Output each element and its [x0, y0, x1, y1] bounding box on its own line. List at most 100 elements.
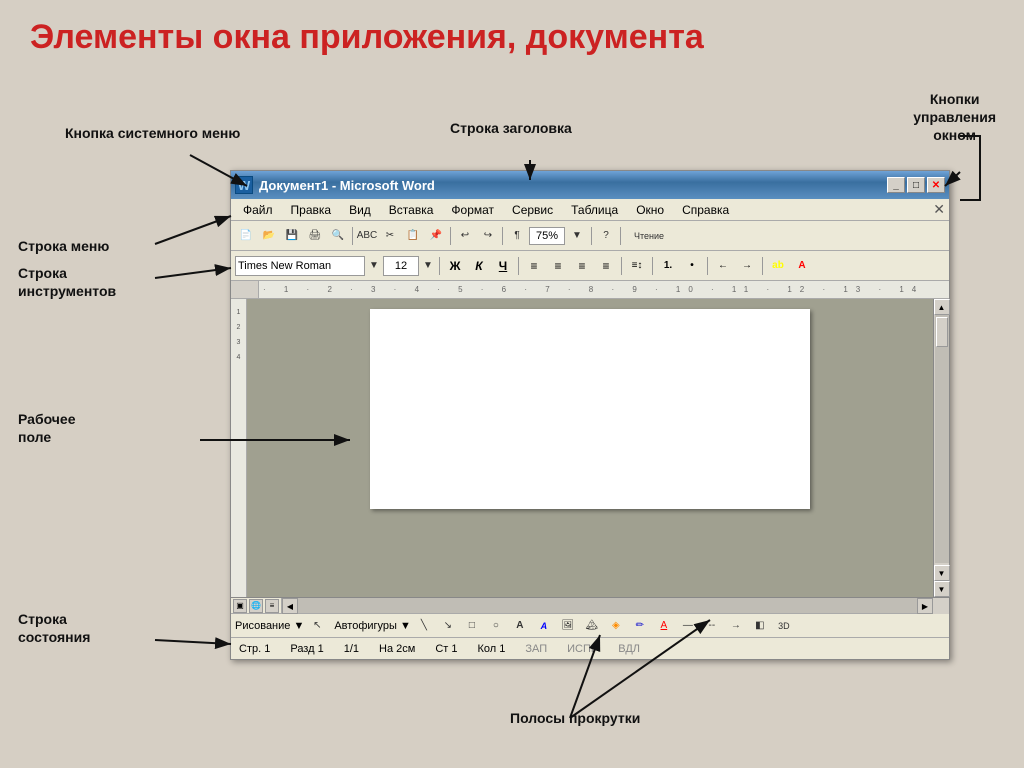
status-track: ИСПР [567, 643, 598, 655]
label-work-area: Рабочее поле [18, 410, 76, 446]
italic-button[interactable]: К [468, 256, 490, 276]
zoom-input[interactable] [529, 227, 565, 245]
line-spacing[interactable]: ≡↕ [626, 256, 648, 276]
scroll-up-button[interactable]: ▲ [934, 299, 950, 315]
horizontal-scrollbar-area: ▣ 🌐 ≡ ◀ ▶ [231, 597, 949, 613]
toolbar-new[interactable]: 📄 [235, 225, 257, 247]
separator1 [352, 227, 353, 245]
toolbar-save[interactable]: 💾 [281, 225, 303, 247]
status-line: Ст 1 [435, 643, 457, 655]
menu-table[interactable]: Таблица [563, 201, 626, 219]
scroll-down2-button[interactable]: ▼ [934, 581, 950, 597]
bold-button[interactable]: Ж [444, 256, 466, 276]
align-center[interactable]: ≡ [547, 256, 569, 276]
close-button[interactable]: ✕ [927, 177, 945, 193]
scrollbar-track[interactable] [935, 315, 949, 563]
drawing-menu[interactable]: Рисование ▼ [235, 620, 304, 632]
scrollbar-thumb[interactable] [936, 317, 948, 347]
toolbar-preview[interactable]: 🔍 [327, 225, 349, 247]
arrow-menu-bar [155, 216, 231, 244]
menu-edit[interactable]: Правка [283, 201, 340, 219]
arrow-style-btn[interactable]: → [725, 615, 747, 637]
menu-format[interactable]: Формат [443, 201, 502, 219]
align-left[interactable]: ≡ [523, 256, 545, 276]
status-pages: 1/1 [344, 643, 359, 655]
label-toolbar: Строка инструментов [18, 264, 116, 300]
underline-button[interactable]: Ч [492, 256, 514, 276]
menu-tools[interactable]: Сервис [504, 201, 561, 219]
hscroll-left[interactable]: ◀ [282, 598, 298, 614]
toolbar-redo[interactable]: ↪ [477, 225, 499, 247]
window-title: Документ1 - Microsoft Word [259, 178, 887, 193]
toolbar-open[interactable]: 📂 [258, 225, 280, 247]
font-color-btn2[interactable]: A [653, 615, 675, 637]
font-name-dropdown[interactable]: ▼ [367, 255, 381, 277]
vertical-ruler: 1 2 3 4 [231, 299, 247, 597]
textbox-btn[interactable]: A [509, 615, 531, 637]
toolbar-print[interactable]: 🖨 [304, 225, 326, 247]
numbering[interactable]: 1. [657, 256, 679, 276]
sep-fmt2 [518, 257, 519, 275]
toolbar-copy[interactable]: 📋 [402, 225, 424, 247]
outdent[interactable]: ← [712, 256, 734, 276]
hscroll-right[interactable]: ▶ [917, 598, 933, 614]
maximize-button[interactable]: □ [907, 177, 925, 193]
toolbar-zoom-down[interactable]: ▼ [566, 225, 588, 247]
oval-btn[interactable]: ○ [485, 615, 507, 637]
hscroll-track[interactable] [298, 598, 917, 613]
line-btn[interactable]: ╲ [413, 615, 435, 637]
toolbar-reading[interactable]: Чтение [624, 225, 674, 247]
view-normal[interactable]: ▣ [233, 599, 247, 613]
3d-btn[interactable]: 3D [773, 615, 795, 637]
align-justify[interactable]: ≡ [595, 256, 617, 276]
bullets[interactable]: • [681, 256, 703, 276]
toolbar-paste[interactable]: 📌 [425, 225, 447, 247]
separator4 [591, 227, 592, 245]
toolbar-undo[interactable]: ↩ [454, 225, 476, 247]
menu-file[interactable]: Файл [235, 201, 281, 219]
font-size-input[interactable] [383, 256, 419, 276]
menu-close-button[interactable]: ✕ [933, 201, 945, 218]
rect-btn[interactable]: □ [461, 615, 483, 637]
label-system-menu: Кнопка системного меню [65, 125, 240, 142]
status-col: Кол 1 [477, 643, 505, 655]
menu-insert[interactable]: Вставка [381, 201, 442, 219]
document-page [370, 309, 810, 509]
font-name-select[interactable]: Times New Roman [235, 256, 365, 276]
picture-btn[interactable]: 🏔 [581, 615, 603, 637]
toolbar-cut[interactable]: ✂ [379, 225, 401, 247]
standard-toolbar: 📄 📂 💾 🖨 🔍 ABC ✂ 📋 📌 ↩ ↪ ¶ ▼ ? Чтение [231, 221, 949, 251]
menu-bar: Файл Правка Вид Вставка Формат Сервис Та… [231, 199, 949, 221]
wordart-btn[interactable]: A [533, 615, 555, 637]
clipart-btn[interactable]: 🖼 [557, 615, 579, 637]
toolbar-help[interactable]: ? [595, 225, 617, 247]
status-section: Разд 1 [290, 643, 323, 655]
toolbar-spell[interactable]: ABC [356, 225, 378, 247]
arrow-btn[interactable]: ↘ [437, 615, 459, 637]
view-outline[interactable]: ≡ [265, 599, 279, 613]
font-size-dropdown[interactable]: ▼ [421, 255, 435, 277]
menu-view[interactable]: Вид [341, 201, 379, 219]
menu-window[interactable]: Окно [628, 201, 672, 219]
separator2 [450, 227, 451, 245]
menu-help[interactable]: Справка [674, 201, 737, 219]
toolbar-pilcrow[interactable]: ¶ [506, 225, 528, 247]
view-web[interactable]: 🌐 [249, 599, 263, 613]
fill-color-btn[interactable]: ◈ [605, 615, 627, 637]
font-color[interactable]: A [791, 256, 813, 276]
autoshapes-menu[interactable]: Автофигуры ▼ [334, 620, 411, 632]
dash-style-btn[interactable]: -- [701, 615, 723, 637]
cursor-btn[interactable]: ↖ [306, 615, 328, 637]
minimize-button[interactable]: _ [887, 177, 905, 193]
label-scrollbars: Полосы прокрутки [510, 710, 640, 727]
line-style-btn[interactable]: — [677, 615, 699, 637]
indent[interactable]: → [736, 256, 758, 276]
app-icon[interactable]: W [235, 176, 253, 194]
highlight[interactable]: ab [767, 256, 789, 276]
label-title-bar: Строка заголовка [450, 120, 572, 137]
shadow-btn[interactable]: ◧ [749, 615, 771, 637]
align-right[interactable]: ≡ [571, 256, 593, 276]
arrow-status-bar [155, 640, 231, 644]
line-color-btn[interactable]: ✏ [629, 615, 651, 637]
scroll-down-button[interactable]: ▼ [934, 565, 950, 581]
